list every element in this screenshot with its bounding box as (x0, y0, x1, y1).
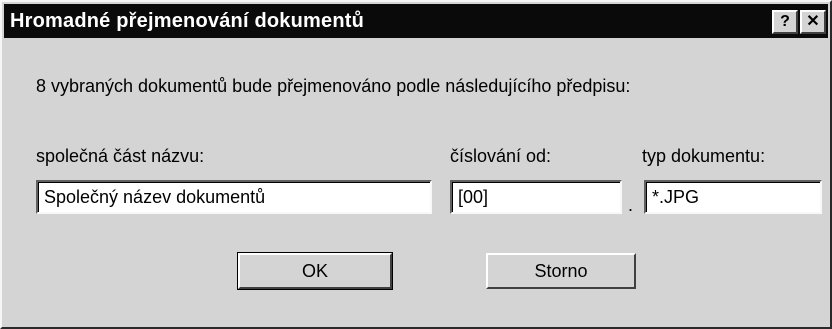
extension-separator: . (628, 195, 634, 215)
dialog-message: 8 vybraných dokumentů bude přejmenováno … (36, 76, 631, 96)
close-button[interactable]: ✕ (800, 10, 826, 34)
numbering-from-label: číslování od: (450, 146, 552, 166)
title-bar: Hromadné přejmenování dokumentů ? ✕ (4, 4, 828, 38)
numbering-from-input[interactable]: [00] (450, 180, 622, 214)
ok-button[interactable]: OK (237, 252, 393, 290)
cancel-button[interactable]: Storno (486, 253, 636, 289)
rename-dialog: Hromadné přejmenování dokumentů ? ✕ 8 vy… (0, 0, 832, 329)
document-type-label: typ dokumentu: (642, 146, 766, 166)
help-button[interactable]: ? (772, 10, 798, 34)
document-type-input[interactable]: *.JPG (644, 180, 822, 214)
dialog-title: Hromadné přejmenování dokumentů (10, 10, 365, 32)
common-name-input[interactable]: Společný název dokumentů (36, 180, 432, 214)
common-name-label: společná část názvu: (36, 146, 205, 166)
